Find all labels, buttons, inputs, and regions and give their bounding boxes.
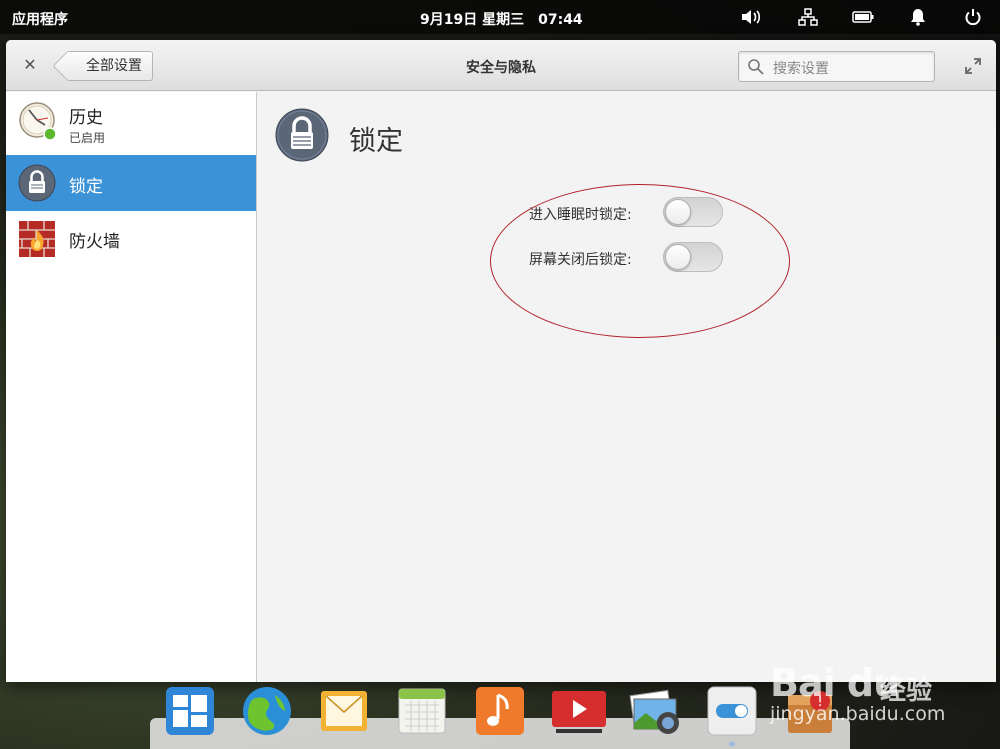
- lock-icon: [18, 164, 56, 202]
- settings-window: ✕ 全部设置 安全与隐私 搜索设置 历史 已启用 锁定 防火墙 锁定 进入睡眠时…: [6, 40, 996, 682]
- date-label: 9月19日 星期三: [420, 12, 525, 28]
- settings-sidebar: 历史 已启用 锁定 防火墙: [6, 92, 257, 682]
- sidebar-item-label: 历史: [69, 108, 103, 128]
- search-placeholder: 搜索设置: [773, 61, 829, 77]
- window-titlebar: ✕ 全部设置 安全与隐私 搜索设置: [6, 40, 996, 91]
- maximize-icon[interactable]: [964, 57, 982, 75]
- sidebar-item-status: 已启用: [69, 131, 106, 145]
- sidebar-item-label: 锁定: [69, 177, 103, 197]
- music-icon[interactable]: [474, 685, 526, 737]
- firewall-icon: [18, 220, 56, 258]
- battery-icon[interactable]: [852, 7, 874, 27]
- sidebar-item-firewall[interactable]: 防火墙: [6, 211, 256, 267]
- sidebar-item-history[interactable]: 历史 已启用: [6, 92, 256, 148]
- power-icon[interactable]: [962, 7, 984, 27]
- applications-menu[interactable]: 应用程序: [12, 9, 68, 29]
- watermark-brand-cn: 经验: [880, 676, 933, 706]
- web-browser-icon[interactable]: [241, 685, 293, 737]
- volume-icon[interactable]: [740, 7, 762, 27]
- sidebar-item-label: 防火墙: [69, 232, 120, 252]
- mail-icon[interactable]: [318, 685, 370, 737]
- lock-settings-pane: 锁定 进入睡眠时锁定: 屏幕关闭后锁定:: [258, 92, 996, 682]
- system-settings-icon[interactable]: [706, 685, 758, 737]
- search-icon: [747, 58, 765, 80]
- running-indicator: [729, 742, 735, 746]
- history-clock-icon: [18, 101, 57, 141]
- photos-icon[interactable]: [628, 685, 680, 737]
- multitasking-view-icon[interactable]: [164, 685, 216, 737]
- page-title: 锁定: [349, 126, 403, 157]
- search-input[interactable]: 搜索设置: [738, 51, 935, 82]
- network-icon[interactable]: [797, 7, 819, 27]
- lock-icon: [275, 108, 329, 162]
- video-player-icon[interactable]: [550, 685, 606, 737]
- watermark-url: jingyan.baidu.com: [770, 703, 946, 725]
- notification-bell-icon[interactable]: [907, 7, 929, 27]
- top-panel: 应用程序 9月19日 星期三 07:44: [0, 0, 1000, 34]
- annotation-ellipse: [490, 184, 790, 338]
- sidebar-item-lock[interactable]: 锁定: [6, 155, 256, 211]
- datetime-indicator[interactable]: 9月19日 星期三 07:44: [420, 9, 583, 29]
- time-label: 07:44: [538, 12, 583, 28]
- calendar-icon[interactable]: [396, 685, 448, 737]
